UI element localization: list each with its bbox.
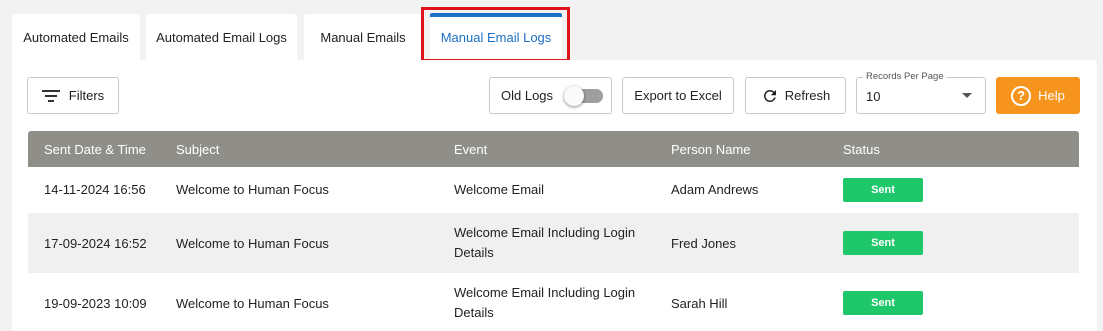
- subject-cell: Welcome to Human Focus: [176, 296, 329, 311]
- tab-manual-emails[interactable]: Manual Emails: [304, 14, 422, 60]
- table-header: Sent Date & Time Subject Event Person Na…: [28, 131, 1079, 167]
- event-cell: Welcome Email: [454, 182, 545, 197]
- column-header-person-name[interactable]: Person Name: [671, 142, 750, 157]
- filters-button[interactable]: Filters: [27, 77, 119, 114]
- sent-date-cell: 14-11-2024 16:56: [44, 182, 146, 197]
- status-badge: Sent: [843, 231, 923, 255]
- person-name-cell: Sarah Hill: [671, 296, 728, 311]
- export-label: Export to Excel: [634, 88, 722, 103]
- old-logs-toggle[interactable]: [564, 86, 603, 106]
- person-name-cell: Adam Andrews: [671, 182, 759, 197]
- column-header-event[interactable]: Event: [454, 142, 487, 157]
- tab-label: Automated Email Logs: [156, 29, 287, 45]
- records-per-page-label: Records Per Page: [863, 71, 947, 82]
- column-header-status[interactable]: Status: [843, 142, 880, 157]
- sent-date-cell: 17-09-2024 16:52: [44, 236, 147, 251]
- status-badge: Sent: [843, 291, 923, 315]
- tab-label: Manual Emails: [320, 29, 406, 45]
- tab-label: Manual Email Logs: [440, 29, 552, 45]
- help-button[interactable]: ? Help: [996, 77, 1080, 114]
- old-logs-control: Old Logs: [489, 77, 612, 114]
- help-label: Help: [1038, 88, 1065, 103]
- caret-down-icon: [962, 93, 972, 98]
- tab-manual-email-logs[interactable]: Manual Email Logs: [430, 14, 562, 60]
- tab-label: Automated Emails: [23, 29, 129, 45]
- status-badge: Sent: [843, 178, 923, 202]
- records-per-page-select[interactable]: Records Per Page 10: [856, 71, 986, 114]
- refresh-button[interactable]: Refresh: [745, 77, 846, 114]
- old-logs-label: Old Logs: [501, 88, 554, 103]
- table-row[interactable]: 17-09-2024 16:52 Welcome to Human Focus …: [28, 213, 1079, 273]
- column-header-subject[interactable]: Subject: [176, 142, 219, 157]
- active-tab-indicator: [430, 13, 562, 17]
- refresh-icon: [763, 89, 776, 102]
- person-name-cell: Fred Jones: [671, 236, 737, 251]
- tab-automated-email-logs[interactable]: Automated Email Logs: [146, 14, 297, 60]
- question-circle-icon: ?: [1011, 85, 1032, 106]
- sent-date-cell: 19-09-2023 10:09: [44, 296, 147, 311]
- column-header-sent[interactable]: Sent Date & Time: [44, 142, 146, 157]
- toggle-knob: [564, 86, 584, 106]
- event-cell: Welcome Email Including Login Details: [454, 285, 636, 320]
- refresh-label: Refresh: [784, 88, 831, 103]
- tab-automated-emails[interactable]: Automated Emails: [12, 14, 140, 60]
- filters-label: Filters: [68, 88, 105, 103]
- table-row[interactable]: 19-09-2023 10:09 Welcome to Human Focus …: [28, 273, 1079, 331]
- subject-cell: Welcome to Human Focus: [176, 236, 329, 251]
- records-per-page-value: 10: [866, 89, 881, 104]
- event-cell: Welcome Email Including Login Details: [454, 225, 636, 260]
- export-to-excel-button[interactable]: Export to Excel: [622, 77, 734, 114]
- table-row[interactable]: 14-11-2024 16:56 Welcome to Human Focus …: [28, 167, 1079, 213]
- filter-lines-icon: [41, 89, 60, 102]
- subject-cell: Welcome to Human Focus: [176, 182, 329, 197]
